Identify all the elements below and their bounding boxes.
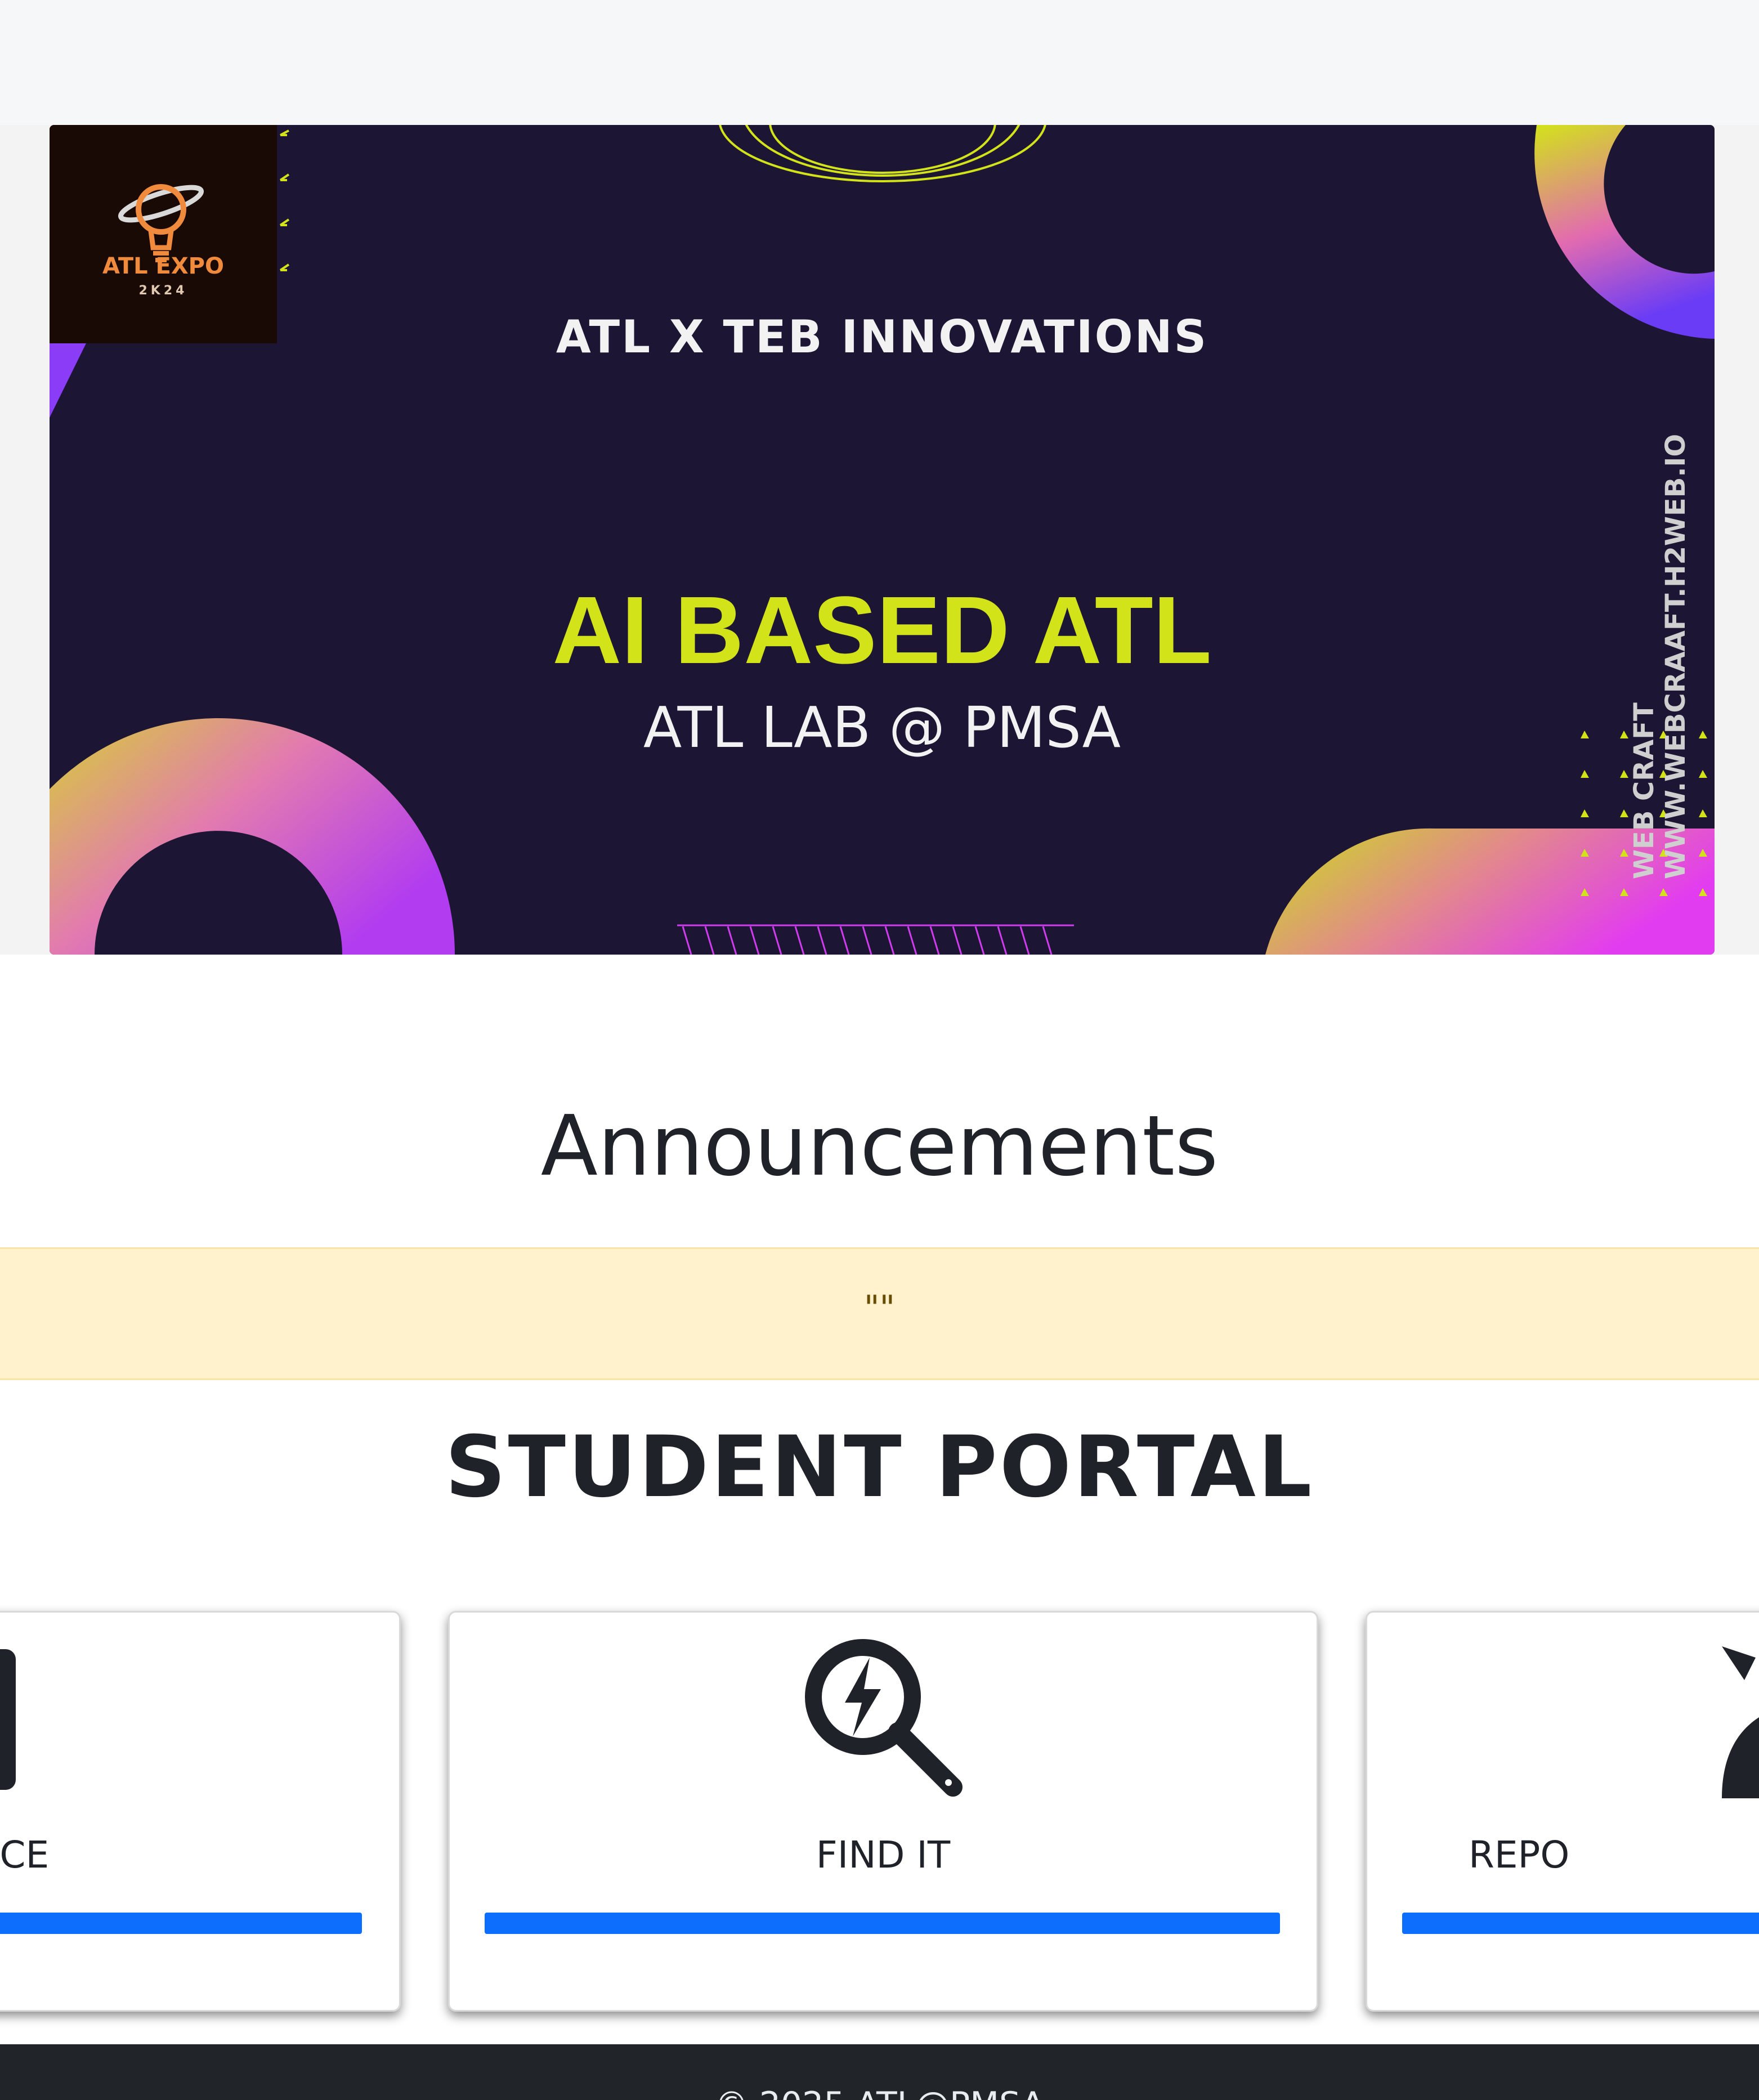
hero-subtitle: ATL X TEB INNOVATIONS [556, 311, 1209, 363]
portal-card-find-it[interactable]: FIND IT [448, 1611, 1318, 2012]
person-icon [1722, 1646, 1759, 1798]
side-credit: WEB CRAFT WWW.WEBCRAAFT.H2WEB.IO [1628, 433, 1713, 879]
logo-year: 2K24 [138, 284, 188, 298]
side-credit-line1: WEB CRAFT [1628, 702, 1660, 879]
hero-decorations [50, 125, 1715, 955]
announcement-alert: "" [0, 1247, 1759, 1380]
hero-tagline: ATL LAB @ PMSA [643, 695, 1121, 760]
logo-title: ATL EXPO [102, 253, 225, 279]
search-bolt-icon [805, 1639, 963, 1797]
card-label: ANCE [0, 1833, 50, 1877]
orbit-lines [719, 125, 1046, 182]
hatch-lines [677, 924, 1074, 955]
top-navbar [0, 0, 1759, 125]
student-portal-heading: STUDENT PORTAL [445, 1418, 1314, 1516]
card-label: FIND IT [816, 1833, 951, 1877]
hero-banner: ATL EXPO 2K24 ATL X TEB INNOVATIONS AI B… [50, 125, 1715, 955]
announcement-text: "" [863, 1288, 896, 1328]
clipboard-icon [0, 1649, 16, 1790]
portal-card-report[interactable]: REPO [1366, 1611, 1759, 2012]
card-button[interactable] [0, 1913, 362, 1934]
footer-copyright: © 2025 ATL@PMSA [0, 2085, 1759, 2100]
announcements-heading: Announcements [540, 1098, 1219, 1194]
footer: © 2025 ATL@PMSA [0, 2044, 1759, 2100]
card-label: REPO [1469, 1833, 1570, 1877]
ring-top-right [1534, 125, 1715, 339]
slash-marks [279, 129, 290, 271]
card-button[interactable] [485, 1913, 1280, 1934]
card-button[interactable] [1402, 1913, 1759, 1934]
side-credit-line2: WWW.WEBCRAAFT.H2WEB.IO [1660, 433, 1691, 879]
hero-title: AI BASED ATL [552, 577, 1212, 684]
portal-card-attendance[interactable]: ANCE [0, 1611, 401, 2012]
